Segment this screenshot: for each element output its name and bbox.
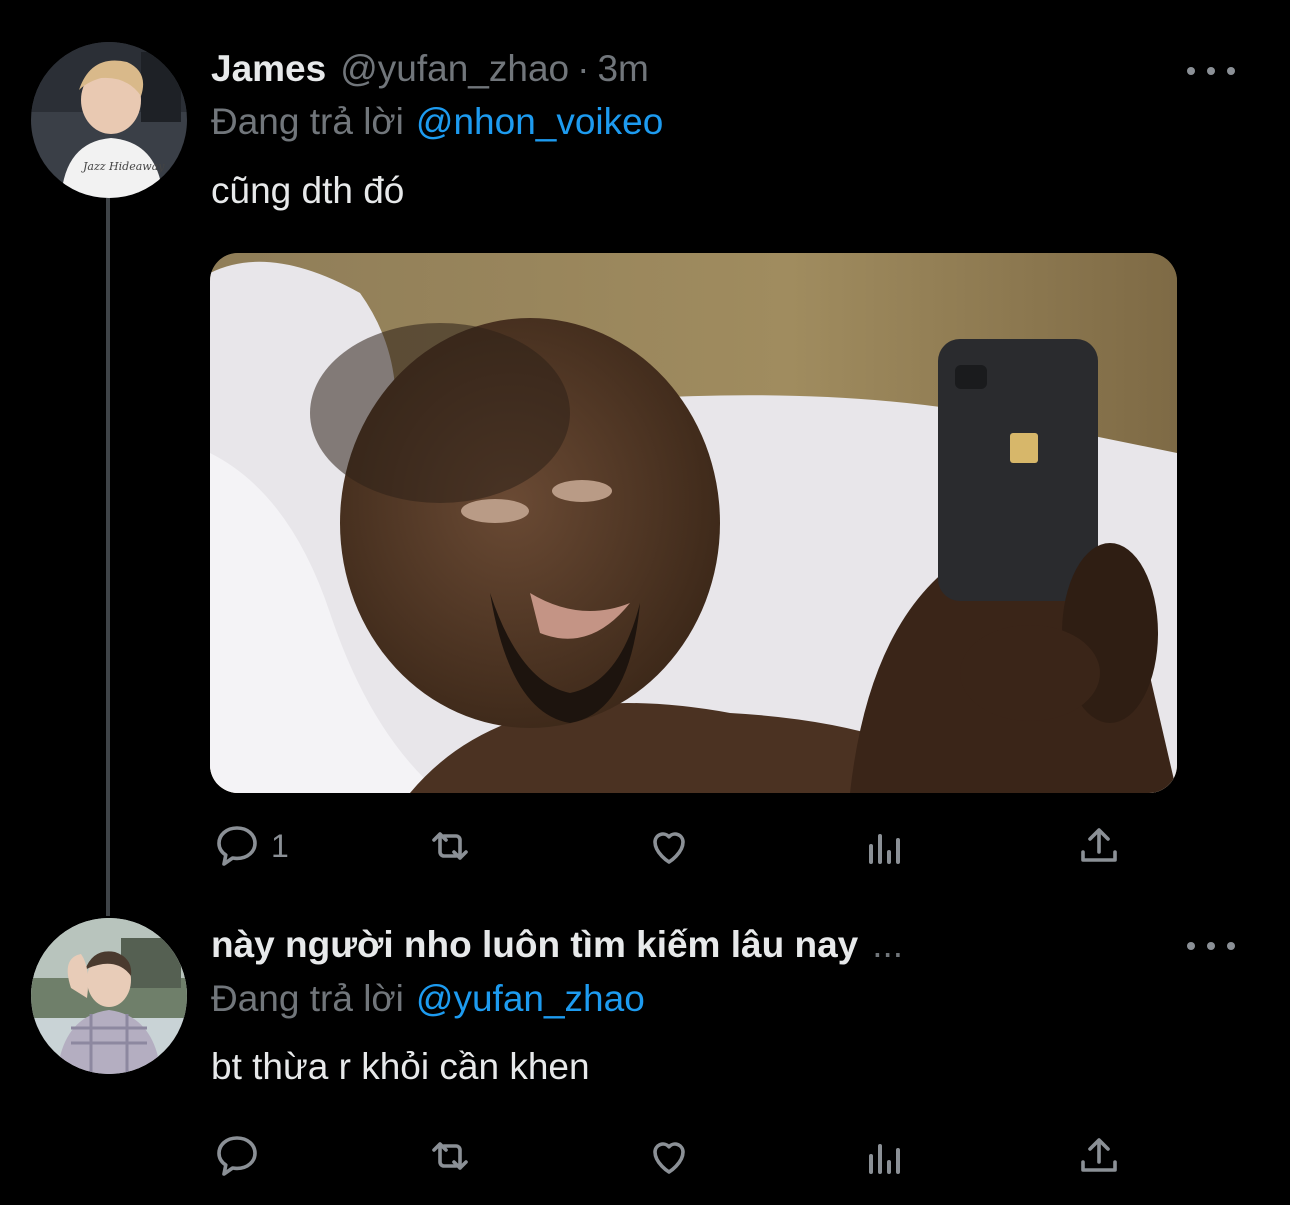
- more-dot: [1227, 942, 1235, 950]
- reply-count: 1: [271, 827, 289, 864]
- more-dot: [1207, 942, 1215, 950]
- tweet-header: James @yufan_zhao · 3m: [211, 48, 649, 96]
- more-options-icon[interactable]: [1187, 936, 1235, 956]
- replying-to: Đang trả lời @yufan_zhao: [211, 978, 645, 1020]
- tweet-text: cũng dth đó: [211, 170, 405, 211]
- share-upload-icon: [1081, 828, 1117, 862]
- tweet-actions: [213, 1130, 1123, 1182]
- retweet-button[interactable]: [426, 820, 474, 872]
- analytics-bars-icon: [869, 834, 900, 864]
- views-button[interactable]: [861, 1130, 909, 1182]
- replying-to-label: Đang trả lời: [211, 978, 404, 1019]
- replying-to-handle-link[interactable]: @yufan_zhao: [416, 978, 645, 1019]
- retweet-arrows-icon: [432, 1142, 468, 1170]
- thread-connector-line: [106, 198, 110, 916]
- tweet[interactable]: này người nho luôn tìm kiếm lâu nay ... …: [0, 915, 1290, 1205]
- author-display-name[interactable]: này người nho luôn tìm kiếm lâu nay: [211, 924, 858, 966]
- tweet-text: bt thừa r khỏi cần khen: [211, 1046, 590, 1087]
- replying-to-label: Đang trả lời: [211, 101, 404, 142]
- photo-man-in-bed-with-phone-icon: [210, 253, 1177, 793]
- reply-bubble-icon: [217, 826, 257, 866]
- reply-button[interactable]: [213, 1130, 271, 1182]
- tweet-actions: 1: [213, 820, 1123, 872]
- reply-bubble-icon: [217, 1136, 257, 1176]
- more-options-icon[interactable]: [1187, 61, 1235, 81]
- replying-to: Đang trả lời @nhon_voikeo: [211, 101, 663, 143]
- tweet-media-image[interactable]: [210, 253, 1177, 793]
- more-dot: [1207, 67, 1215, 75]
- heart-icon: [653, 1142, 685, 1174]
- name-truncation: ...: [872, 924, 904, 965]
- author-display-name[interactable]: James: [211, 48, 326, 90]
- svg-text:Jazz Hideaway: Jazz Hideaway: [81, 160, 165, 173]
- more-dot: [1187, 942, 1195, 950]
- avatar-photo-icon: Jazz Hideaway: [31, 42, 187, 198]
- reply-button[interactable]: 1: [213, 820, 289, 872]
- replying-to-handle-link[interactable]: @nhon_voikeo: [416, 101, 663, 142]
- tweet-timestamp[interactable]: 3m: [597, 48, 648, 90]
- like-button[interactable]: [645, 820, 693, 872]
- analytics-bars-icon: [869, 1144, 900, 1174]
- more-dot: [1187, 67, 1195, 75]
- like-button[interactable]: [645, 1130, 693, 1182]
- share-button[interactable]: [1075, 820, 1123, 872]
- author-handle[interactable]: @yufan_zhao: [340, 48, 569, 90]
- author-avatar[interactable]: [31, 918, 187, 1074]
- avatar-photo-icon: [31, 918, 187, 1074]
- heart-icon: [653, 832, 685, 864]
- retweet-arrows-icon: [432, 832, 468, 860]
- separator-dot: ·: [577, 48, 590, 89]
- views-button[interactable]: [861, 820, 909, 872]
- share-button[interactable]: [1075, 1130, 1123, 1182]
- author-avatar[interactable]: Jazz Hideaway: [31, 42, 187, 198]
- retweet-button[interactable]: [426, 1130, 474, 1182]
- more-dot: [1227, 67, 1235, 75]
- share-upload-icon: [1081, 1138, 1117, 1172]
- tweet-header: này người nho luôn tìm kiếm lâu nay ...: [211, 924, 903, 972]
- tweet[interactable]: Jazz Hideaway James @yufan_zhao · 3m Đan…: [0, 0, 1290, 916]
